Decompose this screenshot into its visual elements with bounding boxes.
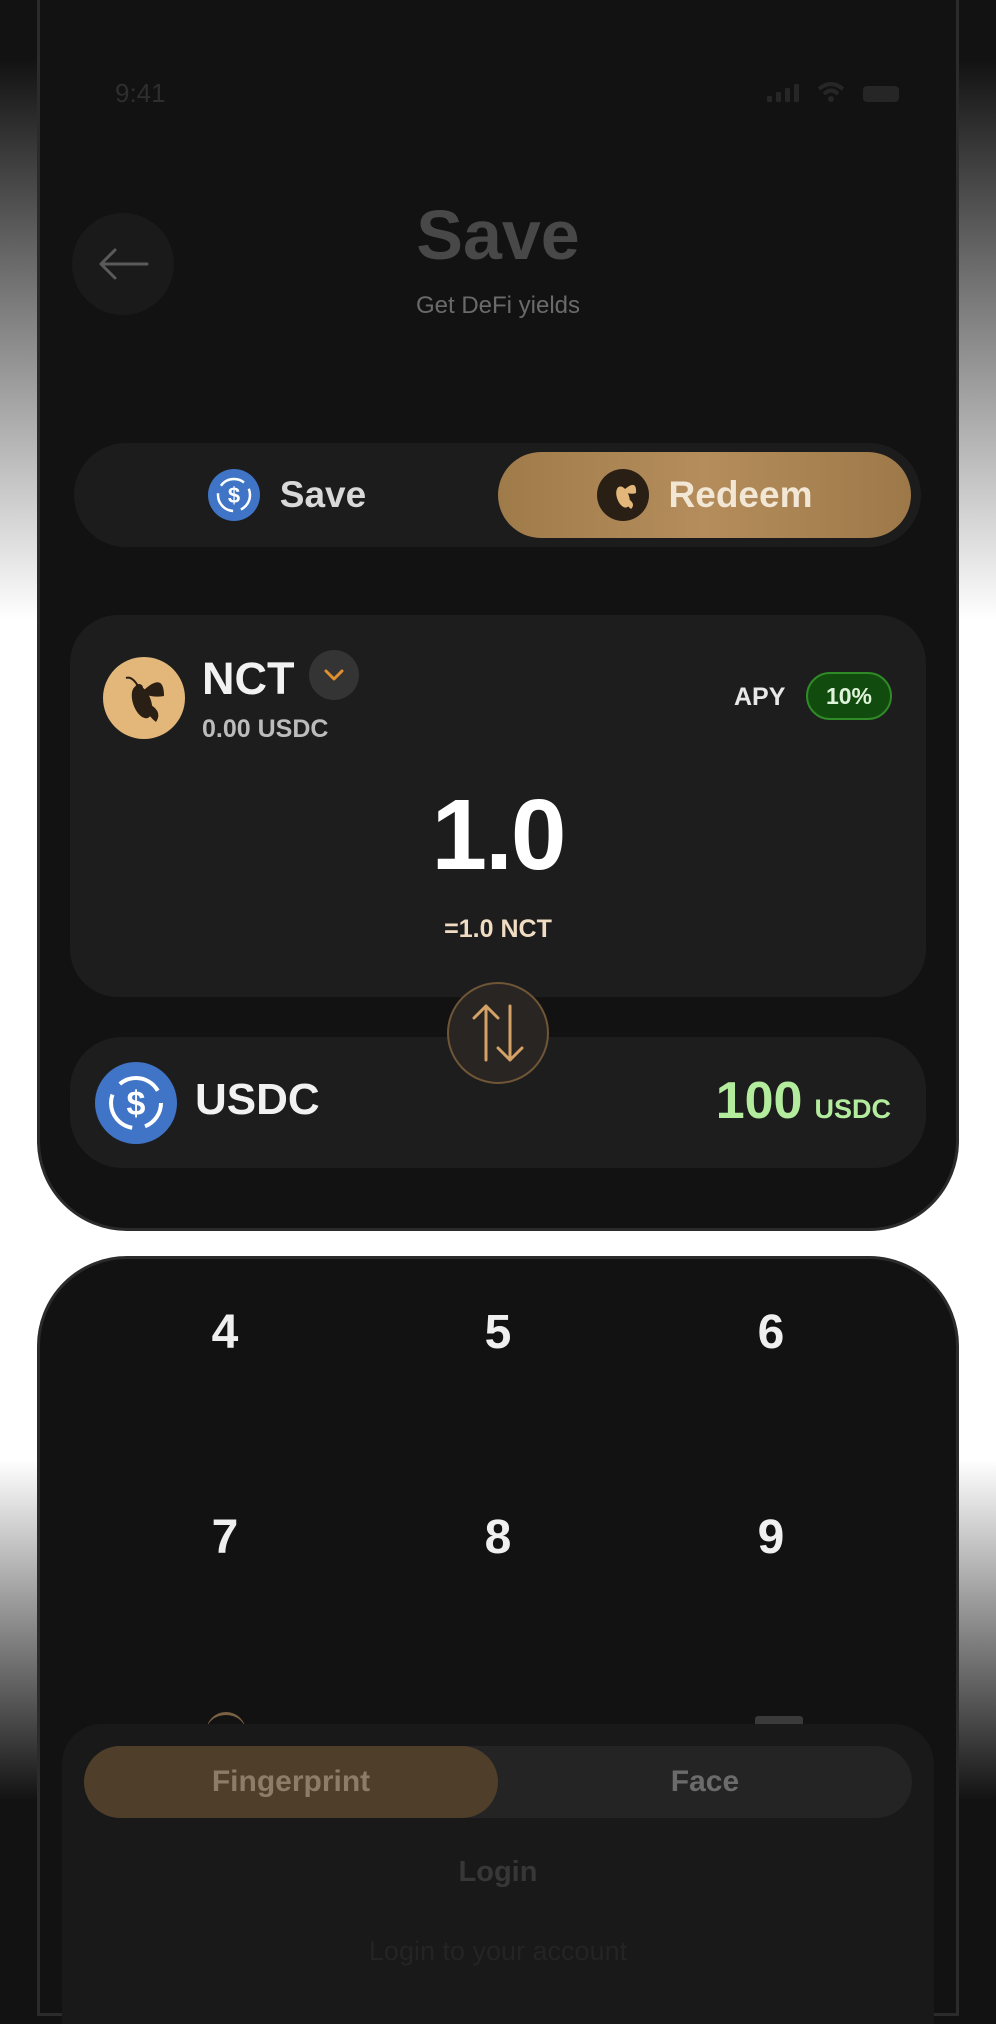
redeem-tab-button[interactable]: Redeem (498, 452, 911, 538)
to-token-value: 100 (715, 1072, 803, 1130)
apy-badge: 10% (806, 672, 892, 720)
bee-logo-icon (596, 469, 649, 521)
keypad-key-8[interactable]: 8 (428, 1510, 568, 1565)
mode-toggle: $ Save Redeem (74, 443, 921, 547)
swap-vertical-icon (472, 1004, 524, 1062)
battery-icon (863, 86, 899, 102)
usdc-coin-icon: $ (109, 1076, 163, 1130)
status-time: 9:41 (115, 78, 166, 108)
login-subtitle: Login to your account (368, 1936, 628, 1966)
chevron-down-icon (324, 669, 344, 681)
keypad-key-7[interactable]: 7 (155, 1510, 295, 1565)
keypad-key-5[interactable]: 5 (428, 1305, 568, 1360)
status-icons (767, 82, 899, 102)
status-bar: 9:41 (77, 78, 919, 108)
amount-input[interactable]: 1.0 (70, 778, 926, 893)
keypad-key-9[interactable]: 9 (701, 1510, 841, 1565)
login-title: Login (458, 1856, 538, 1888)
from-token-balance: 0.00 USDC (202, 715, 329, 743)
swap-direction-button[interactable] (447, 982, 549, 1084)
page-subtitle: Get DeFi yields (415, 292, 581, 319)
save-tab-label: Save (279, 474, 367, 515)
tab-face[interactable]: Face (498, 1746, 912, 1818)
save-tab-button[interactable]: $ Save (84, 452, 490, 538)
to-token-unit: USDC (814, 1094, 891, 1124)
apy-label: APY (734, 683, 786, 711)
tab-fingerprint[interactable]: Fingerprint (84, 1746, 498, 1818)
login-method-tabs: Fingerprint Face (84, 1746, 912, 1818)
from-token-card: NCT 0.00 USDC APY 10% 1.0 =1.0 NCT (70, 615, 926, 997)
nct-token-avatar (103, 657, 185, 739)
redeem-tab-label: Redeem (668, 474, 813, 515)
wifi-icon (817, 82, 845, 102)
login-sheet: Fingerprint Face Login Login to your acc… (62, 1724, 934, 2024)
usdc-token-avatar: $ (95, 1062, 177, 1144)
amount-equivalent: =1.0 NCT (444, 915, 552, 943)
usdc-coin-icon: $ (207, 469, 260, 521)
bee-logo-icon (125, 676, 164, 722)
keypad-key-6[interactable]: 6 (701, 1305, 841, 1360)
keypad-key-4[interactable]: 4 (155, 1305, 295, 1360)
signal-icon (767, 84, 799, 102)
to-token-amount: 100 USDC (716, 1071, 891, 1131)
from-token-symbol: NCT (202, 653, 295, 704)
page-title: Save (416, 196, 580, 274)
svg-text:$: $ (228, 483, 240, 508)
svg-text:$: $ (127, 1085, 146, 1123)
to-token-symbol: USDC (195, 1075, 320, 1124)
token-select-dropdown[interactable] (309, 650, 359, 700)
